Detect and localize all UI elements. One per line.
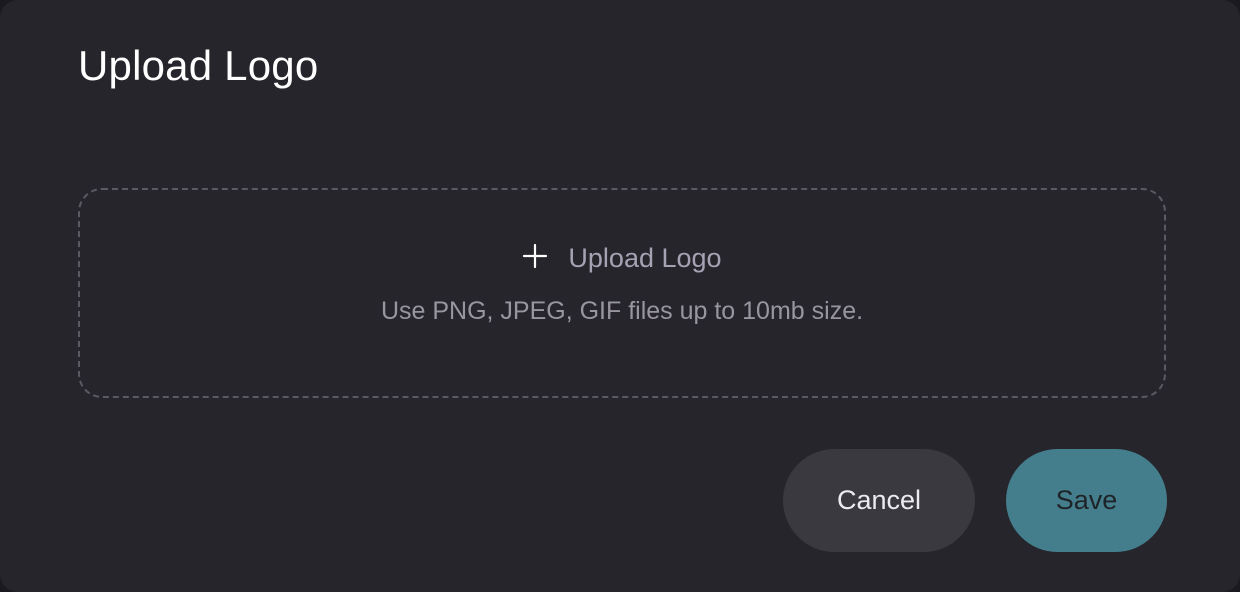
dropzone-header: Upload Logo	[80, 240, 1164, 276]
cancel-button[interactable]: Cancel	[783, 449, 975, 552]
dropzone-hint: Use PNG, JPEG, GIF files up to 10mb size…	[380, 297, 864, 325]
dropzone-label: Upload Logo	[568, 243, 722, 273]
logo-dropzone[interactable]: Upload Logo Use PNG, JPEG, GIF files up …	[78, 188, 1166, 398]
save-button[interactable]: Save	[1006, 449, 1167, 552]
plus-icon	[522, 243, 548, 269]
upload-logo-dialog: Upload Logo Upload Logo Use PNG, JPEG, G…	[0, 0, 1240, 592]
dialog-title: Upload Logo	[78, 42, 319, 89]
